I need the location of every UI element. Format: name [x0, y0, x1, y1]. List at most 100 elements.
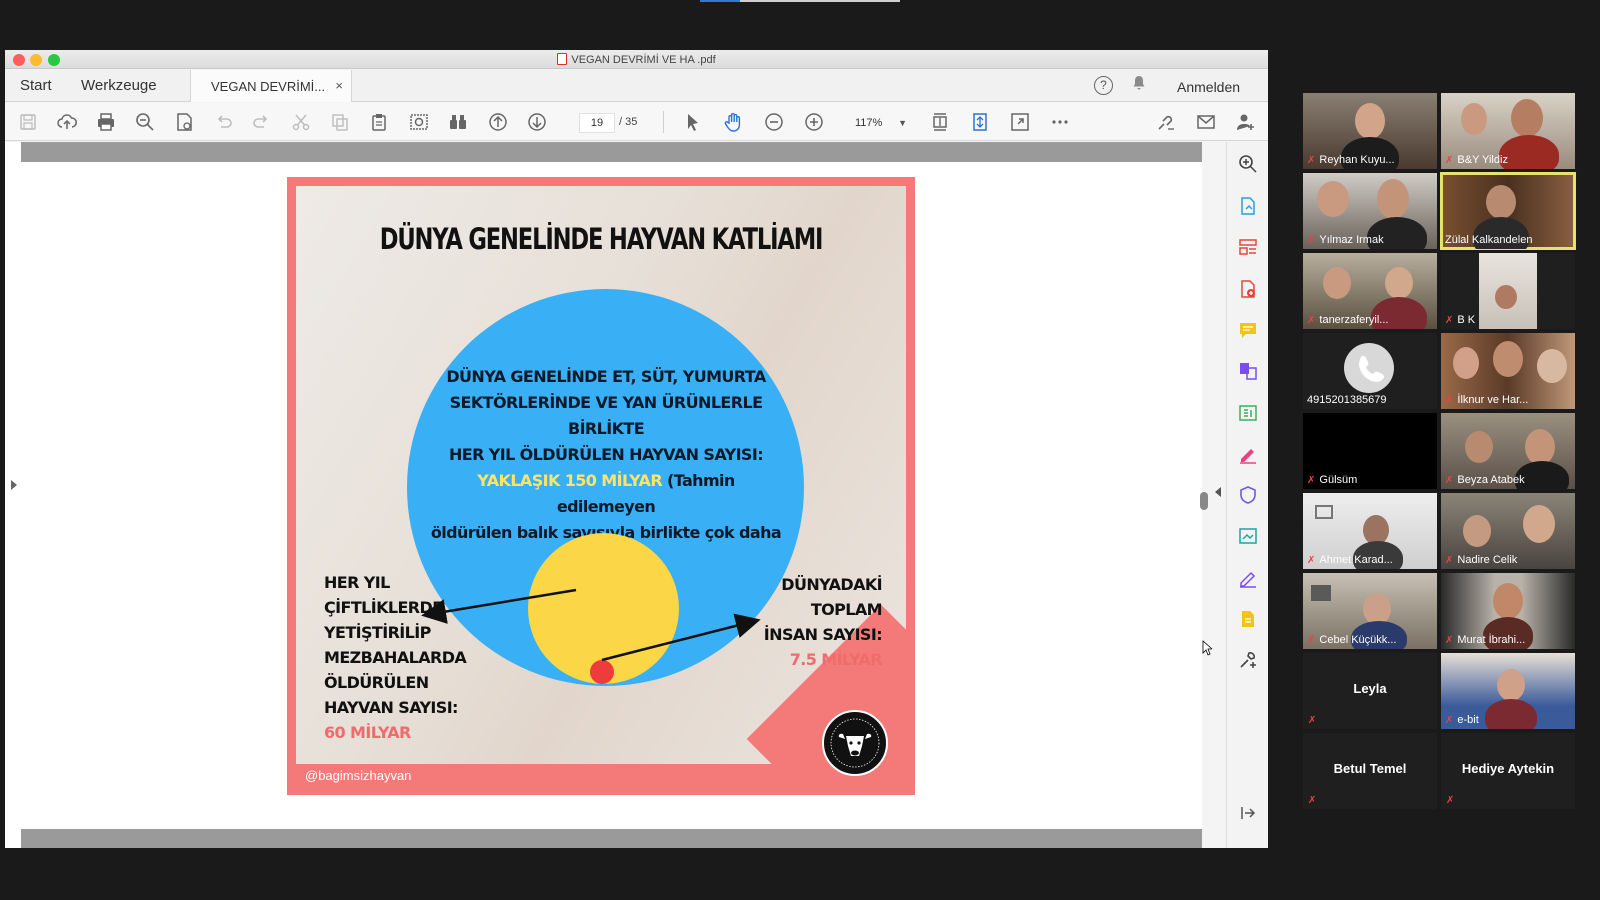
- fullscreen-icon[interactable]: [1009, 111, 1031, 133]
- participant-tile[interactable]: Betul Temel ✗: [1303, 733, 1437, 809]
- comment-icon[interactable]: [1237, 319, 1259, 341]
- edit-pdf-icon[interactable]: [1237, 402, 1259, 424]
- copy-icon[interactable]: [329, 111, 351, 133]
- close-tab-button[interactable]: ×: [335, 78, 343, 93]
- document-view[interactable]: DÜNYA GENELİNDE HAYVAN KATLİAMI DÜNYA GE…: [5, 142, 1221, 848]
- zoom-level-select[interactable]: 117% ▼: [843, 113, 913, 133]
- social-handle: @bagimsizhayvan: [305, 768, 412, 783]
- tab-document[interactable]: VEGAN DEVRİMİ... ×: [190, 70, 352, 102]
- participant-video-2: [1511, 99, 1543, 137]
- participant-tile[interactable]: ✗ Murat İbrahi...: [1441, 573, 1575, 649]
- select-cursor-icon[interactable]: [682, 111, 704, 133]
- mic-muted-icon: ✗: [1445, 635, 1454, 646]
- print-icon[interactable]: [95, 111, 117, 133]
- page-edit-icon[interactable]: [173, 111, 195, 133]
- request-signature-icon[interactable]: [1237, 567, 1259, 589]
- redo-icon[interactable]: [251, 111, 273, 133]
- notification-bell-icon[interactable]: [1132, 75, 1146, 96]
- participant-tile[interactable]: ✗ Beyza Atabek: [1441, 413, 1575, 489]
- participant-name: ✗ İlknur ve Har...: [1445, 394, 1529, 406]
- participant-tile[interactable]: Leyla ✗: [1303, 653, 1437, 729]
- participant-tile[interactable]: ✗ B&Y Yildiz: [1441, 93, 1575, 169]
- page-gap-bottom: [21, 829, 1202, 848]
- participant-video-3: [1537, 349, 1567, 383]
- create-pdf-icon[interactable]: [1237, 278, 1259, 300]
- right-pane-collapse-toggle[interactable]: [1215, 487, 1221, 497]
- fit-page-icon[interactable]: [929, 111, 951, 133]
- link-sign-icon[interactable]: [1155, 111, 1177, 133]
- more-tools-icon[interactable]: [1237, 649, 1259, 671]
- zoom-out-search-icon[interactable]: [134, 111, 156, 133]
- tab-document-label: VEGAN DEVRİMİ...: [211, 79, 326, 94]
- left-caption: HER YIL ÇİFTLİKLERDE YETİŞTİRİLİP MEZBAH…: [324, 570, 484, 745]
- organize-pages-icon[interactable]: [1237, 236, 1259, 258]
- left-line-2: ÇİFTLİKLERDE: [324, 598, 443, 617]
- participant-name: ✗ Yılmaz Irmak: [1307, 234, 1384, 246]
- sign-in-button[interactable]: Anmelden: [1177, 79, 1240, 95]
- participant-tile[interactable]: ✗ B K: [1441, 253, 1575, 329]
- zoom-level-value: 117%: [855, 117, 883, 129]
- participant-tile[interactable]: ✗ Yılmaz Irmak: [1303, 173, 1437, 249]
- participant-video-2: [1377, 179, 1409, 219]
- upload-cloud-icon[interactable]: [56, 111, 78, 133]
- participant-tile[interactable]: ✗ Reyhan Kuyu...: [1303, 93, 1437, 169]
- participant-tile[interactable]: Hediye Aytekin ✗: [1441, 733, 1575, 809]
- cut-icon[interactable]: [290, 111, 312, 133]
- mic-muted-icon: ✗: [1307, 635, 1316, 646]
- save-icon[interactable]: [17, 111, 39, 133]
- next-page-icon[interactable]: [526, 111, 548, 133]
- export-file-icon[interactable]: [1237, 608, 1259, 630]
- chevron-down-icon: ▼: [898, 118, 907, 128]
- participant-video-2: [1525, 429, 1555, 465]
- participant-name: ✗ tanerzaferyil...: [1307, 314, 1389, 326]
- left-value: 60 MİLYAR: [324, 723, 411, 742]
- export-pdf-icon[interactable]: [1237, 195, 1259, 217]
- scan-ocr-icon[interactable]: [1237, 525, 1259, 547]
- left-line-5: ÖLDÜRÜLEN: [324, 673, 429, 692]
- participant-tile[interactable]: 4915201385679: [1303, 333, 1437, 409]
- snapshot-camera-icon[interactable]: [408, 111, 430, 133]
- undo-icon[interactable]: [212, 111, 234, 133]
- tab-start[interactable]: Start: [20, 77, 52, 94]
- mic-muted-icon: ✗: [1307, 155, 1316, 166]
- find-binoculars-icon[interactable]: [447, 111, 469, 133]
- hand-tool-icon[interactable]: [723, 111, 745, 133]
- more-options-icon[interactable]: [1049, 111, 1071, 133]
- zoom-search-icon[interactable]: [1237, 153, 1259, 175]
- tab-tools[interactable]: Werkzeuge: [81, 77, 157, 94]
- expand-pane-icon[interactable]: [1237, 802, 1259, 824]
- participant-tile[interactable]: ✗ Cebel Küçükk...: [1303, 573, 1437, 649]
- combine-files-icon[interactable]: [1237, 360, 1259, 382]
- email-icon[interactable]: [1195, 111, 1217, 133]
- participant-name: ✗ Nadire Celik: [1445, 554, 1518, 566]
- participant-tile[interactable]: ✗ İlknur ve Har...: [1441, 333, 1575, 409]
- page-number-input[interactable]: 19: [579, 113, 615, 133]
- help-icon[interactable]: ?: [1094, 76, 1113, 95]
- paste-icon[interactable]: [368, 111, 390, 133]
- page-gap-top: [21, 142, 1202, 162]
- participant-video-2: [1523, 505, 1555, 543]
- protect-shield-icon[interactable]: [1237, 484, 1259, 506]
- fill-sign-icon[interactable]: [1237, 443, 1259, 465]
- mic-muted-icon: ✗: [1445, 475, 1454, 486]
- add-user-icon[interactable]: [1235, 111, 1257, 133]
- screen: VEGAN DEVRİMİ VE HA .pdf Start Werkzeuge…: [0, 0, 1600, 900]
- share-indicator-accent: [700, 0, 740, 2]
- left-panel-toggle[interactable]: [11, 480, 17, 490]
- zoom-out-icon[interactable]: [763, 111, 785, 133]
- participant-tile[interactable]: ✗ Ahmet Karad...: [1303, 493, 1437, 569]
- participant-video-frame: [1315, 505, 1333, 519]
- participant-video-body: [1499, 135, 1559, 169]
- participant-video: [1317, 181, 1349, 217]
- participant-tile[interactable]: ✗ Gülsüm: [1303, 413, 1437, 489]
- participant-tile[interactable]: ✗ tanerzaferyil...: [1303, 253, 1437, 329]
- pdf-file-icon: [557, 53, 568, 65]
- participant-tile[interactable]: ✗ e-bit: [1441, 653, 1575, 729]
- participant-tile[interactable]: ✗ Nadire Celik: [1441, 493, 1575, 569]
- previous-page-icon[interactable]: [487, 111, 509, 133]
- participant-tile-active[interactable]: Zülal Kalkandelen: [1440, 172, 1576, 250]
- participant-video: [1463, 515, 1491, 547]
- scrolling-mode-icon[interactable]: [969, 111, 991, 133]
- zoom-in-icon[interactable]: [803, 111, 825, 133]
- vertical-scrollbar-thumb[interactable]: [1200, 492, 1208, 510]
